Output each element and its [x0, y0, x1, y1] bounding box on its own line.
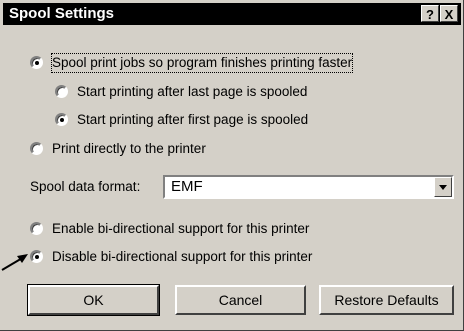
- title-bar: Spool Settings ? X: [3, 3, 461, 25]
- spool-format-select[interactable]: EMF: [163, 175, 454, 199]
- radio-label: Spool print jobs so program finishes pri…: [50, 53, 354, 73]
- help-button[interactable]: ?: [421, 5, 439, 22]
- spool-format-value: EMF: [171, 178, 203, 195]
- dialog-title: Spool Settings: [9, 5, 114, 22]
- radio-label: Start printing after first page is spool…: [77, 112, 309, 127]
- close-button[interactable]: X: [440, 5, 458, 22]
- radio-indicator: [55, 113, 68, 126]
- radio-label: Enable bi-directional support for this p…: [52, 221, 310, 236]
- arrow-pointer-icon: [1, 254, 28, 271]
- ok-button[interactable]: OK: [27, 284, 160, 316]
- radio-indicator: [55, 85, 68, 98]
- radio-label: Disable bi-directional support for this …: [52, 249, 313, 264]
- spool-format-label: Spool data format:: [30, 179, 141, 194]
- radio-indicator: [30, 222, 43, 235]
- radio-label: Print directly to the printer: [52, 141, 206, 156]
- restore-defaults-button[interactable]: Restore Defaults: [319, 285, 454, 315]
- cancel-button[interactable]: Cancel: [175, 285, 306, 315]
- spool-settings-dialog: Spool Settings ? X Spool print jobs so p…: [0, 0, 464, 331]
- radio-indicator: [30, 56, 43, 69]
- radio-label: Start printing after last page is spoole…: [77, 84, 308, 99]
- chevron-down-icon[interactable]: [434, 177, 452, 197]
- radio-indicator: [30, 142, 43, 155]
